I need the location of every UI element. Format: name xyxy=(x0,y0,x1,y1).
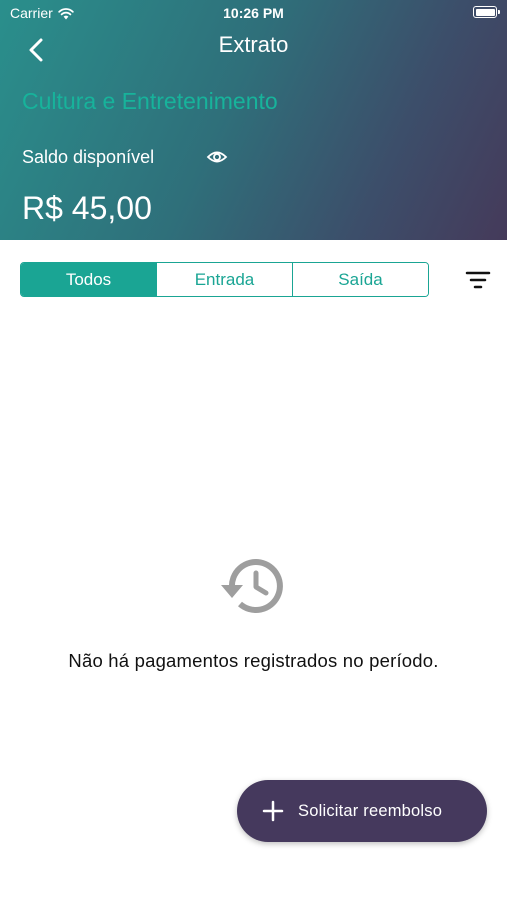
category-title: Cultura e Entretenimento xyxy=(22,88,278,114)
eye-icon xyxy=(206,151,228,163)
balance-value: R$ 45,00 xyxy=(22,190,152,226)
page-title: Extrato xyxy=(218,32,289,57)
status-bar: Carrier 10:26 PM xyxy=(0,0,507,28)
filter-button[interactable] xyxy=(464,268,492,292)
toggle-balance-visibility-button[interactable] xyxy=(205,148,229,166)
history-icon xyxy=(221,559,283,614)
tab-todos[interactable]: Todos xyxy=(21,263,156,296)
tab-saida[interactable]: Saída xyxy=(292,263,428,296)
plus-icon xyxy=(262,800,284,822)
request-reimbursement-label: Solicitar reembolso xyxy=(298,801,443,820)
battery-icon xyxy=(473,6,500,18)
tab-entrada[interactable]: Entrada xyxy=(156,263,292,296)
balance-label: Saldo disponível xyxy=(22,147,155,167)
transaction-type-tabs: Todos Entrada Saída xyxy=(20,262,429,297)
filter-icon xyxy=(465,271,491,289)
status-time: 10:26 PM xyxy=(223,5,284,21)
request-reimbursement-button[interactable]: Solicitar reembolso xyxy=(237,780,487,842)
empty-state-message: Não há pagamentos registrados no período… xyxy=(68,650,439,671)
header: Carrier 10:26 PM Extrato Cultura e Entre… xyxy=(0,0,507,240)
